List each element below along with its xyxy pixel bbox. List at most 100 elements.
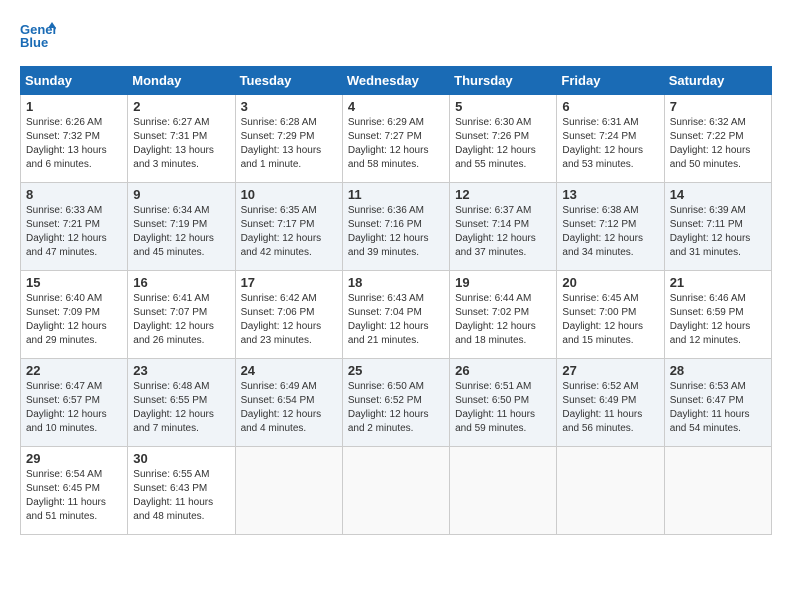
day-number: 17 <box>241 275 337 290</box>
day-number: 13 <box>562 187 658 202</box>
day-number: 16 <box>133 275 229 290</box>
day-number: 5 <box>455 99 551 114</box>
day-info: Sunrise: 6:51 AM Sunset: 6:50 PM Dayligh… <box>455 380 551 436</box>
day-cell: 19 Sunrise: 6:44 AM Sunset: 7:02 PM Dayli… <box>450 271 557 359</box>
day-cell <box>450 447 557 535</box>
day-number: 24 <box>241 363 337 378</box>
week-row-2: 8Sunrise: 6:33 AM Sunset: 7:21 PM Daylig… <box>21 183 772 271</box>
day-cell: 20 Sunrise: 6:45 AM Sunset: 7:00 PM Dayli… <box>557 271 664 359</box>
day-number: 6 <box>562 99 658 114</box>
day-number: 7 <box>670 99 766 114</box>
page-header: General Blue <box>20 20 772 50</box>
day-info: Sunrise: 6:38 AM Sunset: 7:12 PM Dayligh… <box>562 204 658 260</box>
calendar-table: SundayMondayTuesdayWednesdayThursdayFrid… <box>20 66 772 535</box>
day-cell: 11 Sunrise: 6:36 AM Sunset: 7:16 PM Dayli… <box>342 183 449 271</box>
logo: General Blue <box>20 20 60 50</box>
day-info: Sunrise: 6:42 AM Sunset: 7:06 PM Dayligh… <box>241 292 337 348</box>
day-cell: 6 Sunrise: 6:31 AM Sunset: 7:24 PM Daylig… <box>557 95 664 183</box>
day-cell: 9 Sunrise: 6:34 AM Sunset: 7:19 PM Daylig… <box>128 183 235 271</box>
weekday-header-monday: Monday <box>128 67 235 95</box>
day-number: 9 <box>133 187 229 202</box>
day-info: Sunrise: 6:44 AM Sunset: 7:02 PM Dayligh… <box>455 292 551 348</box>
weekday-header-saturday: Saturday <box>664 67 771 95</box>
day-number: 3 <box>241 99 337 114</box>
day-number: 22 <box>26 363 122 378</box>
weekday-header-tuesday: Tuesday <box>235 67 342 95</box>
day-info: Sunrise: 6:55 AM Sunset: 6:43 PM Dayligh… <box>133 468 229 524</box>
day-number: 19 <box>455 275 551 290</box>
day-number: 10 <box>241 187 337 202</box>
day-info: Sunrise: 6:40 AM Sunset: 7:09 PM Dayligh… <box>26 292 122 348</box>
day-cell: 18Sunrise: 6:43 AM Sunset: 7:04 PM Dayli… <box>342 271 449 359</box>
day-info: Sunrise: 6:31 AM Sunset: 7:24 PM Dayligh… <box>562 116 658 172</box>
day-number: 11 <box>348 187 444 202</box>
day-cell: 12 Sunrise: 6:37 AM Sunset: 7:14 PM Dayli… <box>450 183 557 271</box>
day-cell: 29Sunrise: 6:54 AM Sunset: 6:45 PM Dayli… <box>21 447 128 535</box>
day-cell: 1 Sunrise: 6:26 AM Sunset: 7:32 PM Daylig… <box>21 95 128 183</box>
day-cell: 26Sunrise: 6:51 AM Sunset: 6:50 PM Dayli… <box>450 359 557 447</box>
day-number: 25 <box>348 363 444 378</box>
weekday-header-thursday: Thursday <box>450 67 557 95</box>
day-number: 27 <box>562 363 658 378</box>
day-cell: 27Sunrise: 6:52 AM Sunset: 6:49 PM Dayli… <box>557 359 664 447</box>
day-number: 4 <box>348 99 444 114</box>
day-cell: 28 Sunrise: 6:53 AM Sunset: 6:47 PM Dayli… <box>664 359 771 447</box>
day-info: Sunrise: 6:47 AM Sunset: 6:57 PM Dayligh… <box>26 380 122 436</box>
day-info: Sunrise: 6:50 AM Sunset: 6:52 PM Dayligh… <box>348 380 444 436</box>
day-cell <box>664 447 771 535</box>
day-info: Sunrise: 6:34 AM Sunset: 7:19 PM Dayligh… <box>133 204 229 260</box>
day-cell: 8Sunrise: 6:33 AM Sunset: 7:21 PM Daylig… <box>21 183 128 271</box>
day-cell: 5 Sunrise: 6:30 AM Sunset: 7:26 PM Daylig… <box>450 95 557 183</box>
day-cell <box>342 447 449 535</box>
day-cell: 16Sunrise: 6:41 AM Sunset: 7:07 PM Dayli… <box>128 271 235 359</box>
weekday-header-friday: Friday <box>557 67 664 95</box>
day-cell: 10 Sunrise: 6:35 AM Sunset: 7:17 PM Dayli… <box>235 183 342 271</box>
day-info: Sunrise: 6:27 AM Sunset: 7:31 PM Dayligh… <box>133 116 229 172</box>
day-info: Sunrise: 6:35 AM Sunset: 7:17 PM Dayligh… <box>241 204 337 260</box>
day-cell: 22 Sunrise: 6:47 AM Sunset: 6:57 PM Dayli… <box>21 359 128 447</box>
day-cell: 25 Sunrise: 6:50 AM Sunset: 6:52 PM Dayli… <box>342 359 449 447</box>
day-info: Sunrise: 6:45 AM Sunset: 7:00 PM Dayligh… <box>562 292 658 348</box>
day-info: Sunrise: 6:33 AM Sunset: 7:21 PM Dayligh… <box>26 204 122 260</box>
day-cell <box>235 447 342 535</box>
weekday-header-row: SundayMondayTuesdayWednesdayThursdayFrid… <box>21 67 772 95</box>
day-info: Sunrise: 6:30 AM Sunset: 7:26 PM Dayligh… <box>455 116 551 172</box>
day-cell: 21 Sunrise: 6:46 AM Sunset: 6:59 PM Dayli… <box>664 271 771 359</box>
week-row-5: 29Sunrise: 6:54 AM Sunset: 6:45 PM Dayli… <box>21 447 772 535</box>
week-row-4: 22 Sunrise: 6:47 AM Sunset: 6:57 PM Dayli… <box>21 359 772 447</box>
day-number: 14 <box>670 187 766 202</box>
week-row-1: 1 Sunrise: 6:26 AM Sunset: 7:32 PM Daylig… <box>21 95 772 183</box>
day-info: Sunrise: 6:37 AM Sunset: 7:14 PM Dayligh… <box>455 204 551 260</box>
day-info: Sunrise: 6:29 AM Sunset: 7:27 PM Dayligh… <box>348 116 444 172</box>
day-cell: 3 Sunrise: 6:28 AM Sunset: 7:29 PM Daylig… <box>235 95 342 183</box>
day-cell: 15 Sunrise: 6:40 AM Sunset: 7:09 PM Dayli… <box>21 271 128 359</box>
svg-text:Blue: Blue <box>20 35 48 50</box>
day-info: Sunrise: 6:53 AM Sunset: 6:47 PM Dayligh… <box>670 380 766 436</box>
day-number: 18 <box>348 275 444 290</box>
day-number: 28 <box>670 363 766 378</box>
day-cell: 2 Sunrise: 6:27 AM Sunset: 7:31 PM Daylig… <box>128 95 235 183</box>
day-cell: 7 Sunrise: 6:32 AM Sunset: 7:22 PM Daylig… <box>664 95 771 183</box>
weekday-header-sunday: Sunday <box>21 67 128 95</box>
day-info: Sunrise: 6:36 AM Sunset: 7:16 PM Dayligh… <box>348 204 444 260</box>
day-info: Sunrise: 6:49 AM Sunset: 6:54 PM Dayligh… <box>241 380 337 436</box>
day-number: 1 <box>26 99 122 114</box>
day-info: Sunrise: 6:32 AM Sunset: 7:22 PM Dayligh… <box>670 116 766 172</box>
day-info: Sunrise: 6:39 AM Sunset: 7:11 PM Dayligh… <box>670 204 766 260</box>
day-number: 15 <box>26 275 122 290</box>
day-cell <box>557 447 664 535</box>
day-number: 12 <box>455 187 551 202</box>
day-number: 29 <box>26 451 122 466</box>
day-number: 23 <box>133 363 229 378</box>
day-info: Sunrise: 6:26 AM Sunset: 7:32 PM Dayligh… <box>26 116 122 172</box>
day-number: 2 <box>133 99 229 114</box>
day-cell: 24 Sunrise: 6:49 AM Sunset: 6:54 PM Dayli… <box>235 359 342 447</box>
day-cell: 14 Sunrise: 6:39 AM Sunset: 7:11 PM Dayli… <box>664 183 771 271</box>
day-number: 21 <box>670 275 766 290</box>
day-info: Sunrise: 6:46 AM Sunset: 6:59 PM Dayligh… <box>670 292 766 348</box>
day-cell: 13 Sunrise: 6:38 AM Sunset: 7:12 PM Dayli… <box>557 183 664 271</box>
day-cell: 30Sunrise: 6:55 AM Sunset: 6:43 PM Dayli… <box>128 447 235 535</box>
day-info: Sunrise: 6:28 AM Sunset: 7:29 PM Dayligh… <box>241 116 337 172</box>
day-number: 20 <box>562 275 658 290</box>
weekday-header-wednesday: Wednesday <box>342 67 449 95</box>
